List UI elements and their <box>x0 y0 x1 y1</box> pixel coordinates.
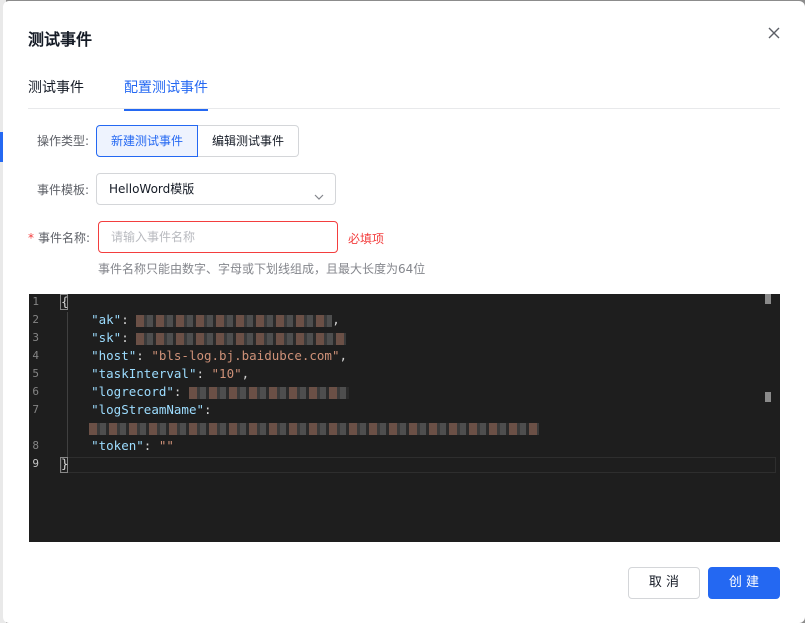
cancel-button[interactable]: 取 消 <box>628 567 700 599</box>
code-line <box>89 420 539 435</box>
create-button[interactable]: 创 建 <box>708 567 780 599</box>
token-key: "token" <box>91 438 144 453</box>
code-editor[interactable]: 1 2 3 4 5 6 7 8 9 { "ak": , "sk": "host"… <box>29 294 780 542</box>
line-number: 6 <box>32 385 39 398</box>
chevron-down-icon <box>313 184 325 200</box>
task-interval-key: "taskInterval" <box>91 366 197 381</box>
template-select[interactable]: HelloWord模版 <box>96 173 336 205</box>
line-number: 2 <box>32 313 39 326</box>
event-name-error: 必填项 <box>348 232 385 246</box>
open-brace: { <box>61 294 69 309</box>
logrecord-key: "logrecord" <box>91 384 174 399</box>
code-line: "token": "" <box>91 438 174 453</box>
log-stream-name-key: "logStreamName" <box>91 402 204 417</box>
sk-key: "sk" <box>91 330 122 345</box>
host-value: "bls-log.bj.baidubce.com" <box>151 348 340 363</box>
line-number: 8 <box>32 439 39 452</box>
close-icon[interactable] <box>764 23 784 43</box>
tab-bar: 测试事件 配置测试事件 <box>28 71 780 111</box>
event-name-input[interactable] <box>98 221 338 253</box>
line-number: 1 <box>32 295 39 308</box>
code-line: "host": "bls-log.bj.baidubce.com", <box>91 348 348 363</box>
host-key: "host" <box>91 348 137 363</box>
code-line: { <box>61 294 69 309</box>
redacted-value <box>136 332 347 345</box>
edit-test-event-button[interactable]: 编辑测试事件 <box>198 125 300 157</box>
op-type-label: 操作类型: <box>37 134 90 148</box>
modal-title: 测试事件 <box>28 30 93 49</box>
token-value: "" <box>158 438 174 453</box>
tab-config-test-event[interactable]: 配置测试事件 <box>124 77 208 111</box>
line-number: 9 <box>32 457 39 470</box>
template-label: 事件模板: <box>37 183 90 197</box>
ak-key: "ak" <box>91 312 122 327</box>
overview-ruler-mark <box>765 294 771 304</box>
tab-test-event[interactable]: 测试事件 <box>28 77 84 109</box>
template-select-value: HelloWord模版 <box>109 182 195 196</box>
code-line: "logStreamName": <box>91 402 212 417</box>
code-line: } <box>61 456 69 471</box>
task-interval-value: "10" <box>211 366 242 381</box>
code-line: "ak": , <box>91 312 340 327</box>
code-line: "sk": <box>61 330 347 345</box>
event-name-label: 事件名称: <box>38 231 91 245</box>
redacted-value <box>188 386 349 399</box>
current-line-highlight <box>61 457 776 473</box>
new-test-event-button[interactable]: 新建测试事件 <box>96 125 199 157</box>
op-type-button-group: 新建测试事件 编辑测试事件 <box>96 125 300 157</box>
line-number: 3 <box>32 331 39 344</box>
redacted-value <box>136 314 333 327</box>
code-line: "logrecord": <box>61 384 349 399</box>
line-number: 7 <box>32 403 39 416</box>
event-name-label-wrap: * 事件名称: <box>28 229 90 246</box>
test-event-modal: 测试事件 测试事件 配置测试事件 操作类型: 新建测试事件 编辑测试事件 事件模… <box>3 1 805 623</box>
line-number: 4 <box>32 349 39 362</box>
close-brace: } <box>61 456 69 471</box>
overview-ruler-mark <box>765 392 771 402</box>
redacted-value <box>89 422 539 435</box>
line-number: 5 <box>32 367 39 380</box>
event-name-hint: 事件名称只能由数字、字母或下划线组成，且最大长度为64位 <box>98 262 426 276</box>
required-mark: * <box>28 231 34 245</box>
code-line: "taskInterval": "10", <box>91 366 250 381</box>
